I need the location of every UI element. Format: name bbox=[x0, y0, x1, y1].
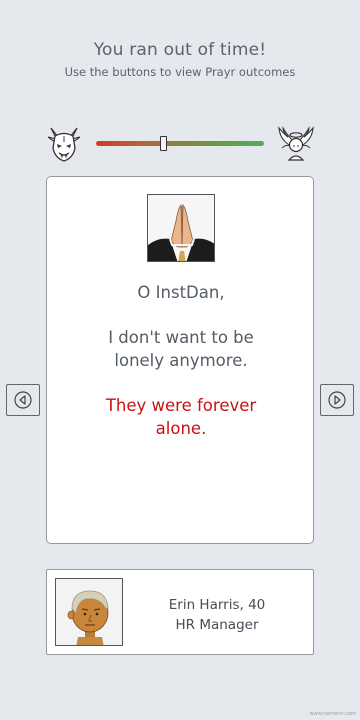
page-subtitle: Use the buttons to view Prayr outcomes bbox=[64, 65, 296, 79]
profile-name-age: Erin Harris, 40 bbox=[168, 597, 266, 613]
next-outcome-button[interactable] bbox=[320, 384, 354, 416]
praying-hands-icon bbox=[147, 194, 215, 262]
page-title: You ran out of time! bbox=[93, 40, 267, 60]
prayer-card: O InstDan, I don't want to be lonely any… bbox=[46, 176, 314, 544]
avatar-icon bbox=[55, 578, 123, 646]
demon-icon bbox=[47, 127, 81, 162]
prayer-body: I don't want to be lonely anymore. bbox=[108, 328, 254, 370]
angel-icon bbox=[278, 126, 314, 161]
prayer-outcome: They were forever alone. bbox=[105, 396, 257, 438]
profile-card: Erin Harris, 40 HR Manager bbox=[46, 569, 314, 655]
watermark: www.nemerin.com bbox=[309, 711, 356, 717]
judgement-slider bbox=[0, 124, 360, 164]
slider-thumb[interactable] bbox=[159, 136, 167, 151]
profile-job: HR Manager bbox=[175, 617, 259, 633]
header: You ran out of time! Use the buttons to … bbox=[0, 40, 360, 79]
profile-info: Erin Harris, 40 HR Manager bbox=[139, 595, 295, 635]
prev-outcome-button[interactable] bbox=[6, 384, 40, 416]
chevron-right-icon bbox=[328, 391, 346, 409]
slider-track bbox=[96, 141, 264, 146]
chevron-left-icon bbox=[14, 391, 32, 409]
prayer-salutation: O InstDan, bbox=[137, 283, 225, 302]
prayer-text: O InstDan, I don't want to be lonely any… bbox=[47, 281, 315, 440]
